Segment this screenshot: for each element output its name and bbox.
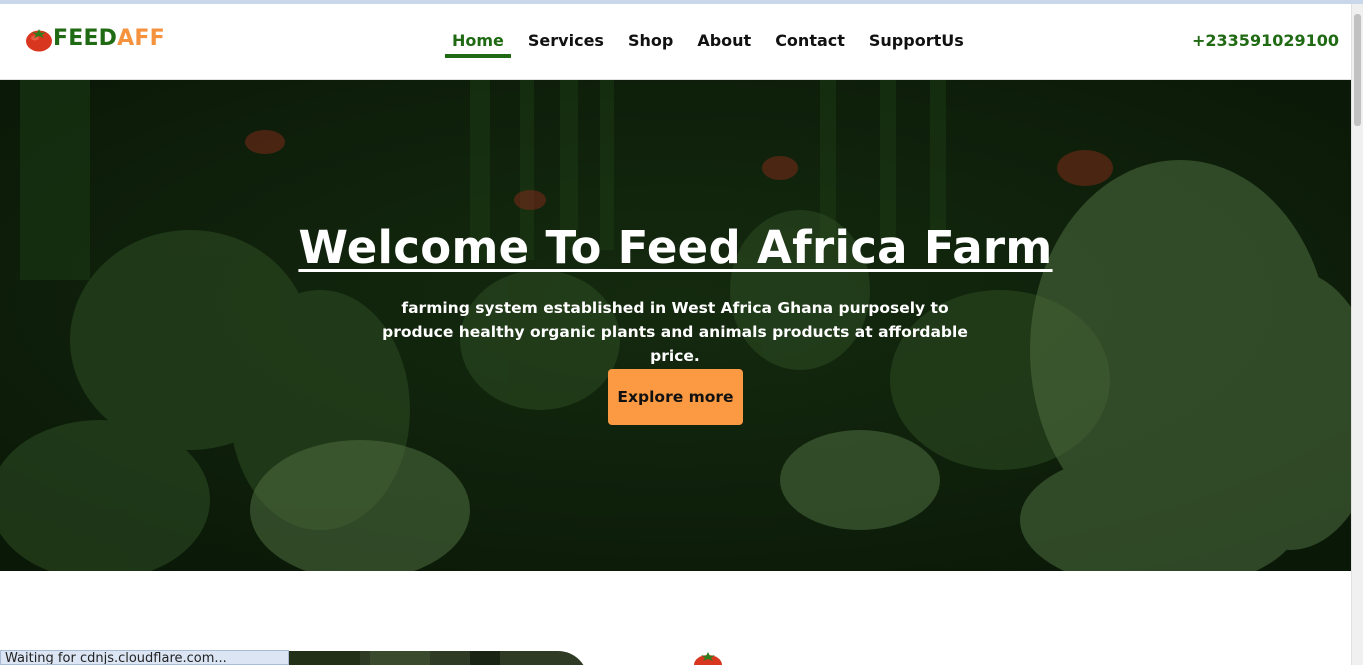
brand-logo[interactable]: FEEDAFF: [25, 26, 165, 52]
brand-name-part2: AFF: [117, 26, 165, 51]
brand-name-part1: FEED: [53, 26, 118, 51]
tomato-icon: [694, 652, 722, 665]
nav-services[interactable]: Services: [528, 28, 604, 54]
explore-more-button[interactable]: Explore more: [608, 369, 743, 425]
nav-home[interactable]: Home: [445, 28, 511, 58]
main-nav: Home Services Shop About Contact Support…: [445, 28, 988, 58]
page: FEEDAFF Home Services Shop About Contact…: [0, 4, 1351, 665]
tomato-icon: [26, 29, 52, 52]
hero-subtitle: farming system established in West Afric…: [382, 299, 968, 365]
vertical-scrollbar[interactable]: [1351, 4, 1363, 665]
scrollbar-thumb[interactable]: [1354, 14, 1361, 126]
nav-about[interactable]: About: [697, 28, 751, 54]
about-image: [270, 651, 588, 665]
hero-title: Welcome To Feed Africa Farm: [298, 221, 1053, 274]
hero-content: Welcome To Feed Africa Farm farming syst…: [0, 80, 1351, 571]
nav-contact[interactable]: Contact: [775, 28, 845, 54]
nav-shop[interactable]: Shop: [628, 28, 673, 54]
phone-number-link[interactable]: +233591029100: [1192, 30, 1339, 52]
hero-section: Welcome To Feed Africa Farm farming syst…: [0, 80, 1351, 571]
browser-status-bar: Waiting for cdnjs.cloudflare.com...: [0, 650, 289, 665]
nav-supportus[interactable]: SupportUs: [869, 28, 964, 54]
navbar: FEEDAFF Home Services Shop About Contact…: [0, 4, 1351, 80]
